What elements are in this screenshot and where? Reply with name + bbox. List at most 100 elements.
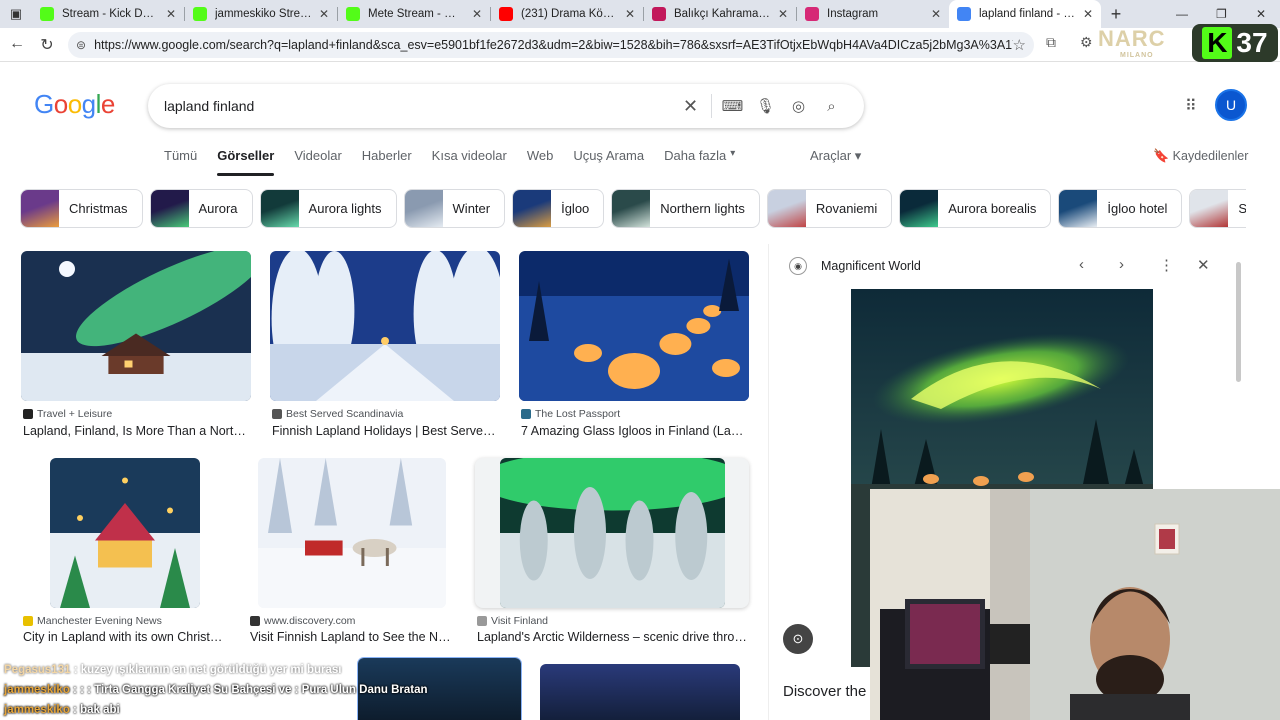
- result-caption[interactable]: Visit Finnish Lapland to See the Norther…: [250, 630, 456, 644]
- lens-camera-icon[interactable]: ◎: [782, 97, 815, 115]
- browser-tab[interactable]: Instagram ✕: [797, 0, 949, 28]
- tab-2[interactable]: Videolar: [294, 148, 341, 174]
- chip-thumbnail: [612, 190, 651, 227]
- preview-source-name[interactable]: Magnificent World: [821, 259, 921, 273]
- omnibox[interactable]: ⊜ https://www.google.com/search?q=laplan…: [68, 32, 1034, 58]
- chat-username: jammeskiko: [4, 684, 70, 696]
- saved-button[interactable]: 🔖 Kaydedilenler: [1153, 148, 1248, 164]
- close-tab-icon[interactable]: ✕: [319, 7, 329, 21]
- related-chip[interactable]: İgloo: [512, 189, 605, 228]
- source-favicon-icon: [23, 616, 33, 626]
- result-thumbnail[interactable]: [21, 251, 251, 401]
- keyboard-icon[interactable]: ⌨: [716, 97, 749, 115]
- more-options-icon[interactable]: ⋮: [1159, 256, 1174, 274]
- result-source-name: Best Served Scandinavia: [286, 408, 404, 420]
- browser-tab[interactable]: Mete Stream - Watch Live ✕: [338, 0, 490, 28]
- panel-scrollbar[interactable]: [1236, 262, 1241, 382]
- profile-settings-icon[interactable]: ⚙: [1080, 34, 1093, 51]
- result-thumbnail[interactable]: [540, 664, 740, 720]
- extensions-icon[interactable]: ⧉: [1046, 34, 1056, 51]
- chip-label: Winter: [452, 201, 491, 216]
- tab-search-icon[interactable]: ▣: [0, 0, 32, 28]
- close-tab-icon[interactable]: ✕: [931, 7, 941, 21]
- related-chip[interactable]: Christmas: [20, 189, 143, 228]
- result-caption[interactable]: City in Lapland with its own Christmas .…: [23, 630, 229, 644]
- tools-button[interactable]: Araçlar ▾: [810, 148, 861, 164]
- related-chip[interactable]: Northern lights: [611, 189, 760, 228]
- url-text[interactable]: https://www.google.com/search?q=lapland+…: [94, 38, 1012, 52]
- chip-thumbnail: [900, 190, 939, 227]
- search-icon[interactable]: ⌕: [815, 98, 848, 115]
- search-input[interactable]: lapland finland: [164, 98, 674, 114]
- tab-5[interactable]: Web: [527, 148, 554, 174]
- clear-icon[interactable]: ✕: [674, 96, 707, 117]
- result-source[interactable]: Visit Finland: [477, 615, 548, 627]
- saved-label: Kaydedilenler: [1172, 149, 1249, 163]
- close-tab-icon[interactable]: ✕: [472, 7, 482, 21]
- apps-grid-icon[interactable]: ⠿: [1185, 96, 1197, 116]
- close-tab-icon[interactable]: ✕: [625, 7, 635, 21]
- result-caption[interactable]: Lapland's Arctic Wilderness – scenic dri…: [477, 630, 749, 644]
- result-thumbnail[interactable]: [270, 251, 500, 401]
- close-tab-icon[interactable]: ✕: [778, 7, 788, 21]
- tab-6[interactable]: Uçuş Arama: [573, 148, 644, 174]
- browser-tab[interactable]: (231) Drama Köprüsü ✕: [491, 0, 643, 28]
- related-chip[interactable]: İgloo hotel: [1058, 189, 1183, 228]
- search-box[interactable]: lapland finland ✕ ⌨ 🎙 ◎ ⌕: [148, 84, 864, 128]
- related-chip[interactable]: Aurora borealis: [899, 189, 1052, 228]
- related-chip[interactable]: Aurora: [149, 189, 253, 228]
- minimize-icon[interactable]: —: [1176, 0, 1188, 28]
- reload-button[interactable]: ↻: [32, 35, 62, 55]
- previous-image-icon[interactable]: ‹: [1079, 256, 1084, 273]
- tab-4[interactable]: Kısa videolar: [432, 148, 507, 174]
- tab-3[interactable]: Haberler: [362, 148, 412, 174]
- tab-7[interactable]: Daha fazla: [664, 148, 726, 174]
- next-image-icon[interactable]: ›: [1119, 256, 1124, 273]
- bookmark-star-icon[interactable]: ☆: [1013, 36, 1026, 54]
- result-thumbnail[interactable]: [50, 458, 200, 608]
- browser-tab[interactable]: lapland finland - Google ✕: [949, 0, 1101, 28]
- tab-1[interactable]: Görseller: [217, 148, 275, 176]
- source-favicon-icon: [250, 616, 260, 626]
- result-source[interactable]: Travel + Leisure: [23, 408, 112, 420]
- related-chip[interactable]: Rovaniemi: [766, 189, 893, 228]
- result-source[interactable]: Manchester Evening News: [23, 615, 162, 627]
- chip-thumbnail: [767, 190, 806, 227]
- result-caption[interactable]: Finnish Lapland Holidays | Best Served .…: [272, 424, 500, 438]
- kick-icon: [193, 7, 207, 21]
- google-logo[interactable]: Google: [34, 89, 115, 120]
- result-source[interactable]: Best Served Scandinavia: [272, 408, 403, 420]
- microphone-icon[interactable]: 🎙: [749, 97, 782, 115]
- tab-title: Stream - Kick Dashboard: [62, 8, 160, 20]
- close-tab-icon[interactable]: ✕: [1083, 7, 1093, 21]
- tab-title: lapland finland - Google: [979, 8, 1077, 20]
- close-preview-icon[interactable]: ✕: [1197, 256, 1210, 274]
- result-caption[interactable]: 7 Amazing Glass Igloos in Finland (Lapla…: [521, 424, 749, 438]
- result-source[interactable]: The Lost Passport: [521, 408, 620, 420]
- result-thumbnail[interactable]: [500, 458, 725, 608]
- site-info-icon[interactable]: ⊜: [76, 38, 86, 52]
- browser-tab[interactable]: Balıkçı Kahraman – İsta ✕: [644, 0, 796, 28]
- youtube-icon: [499, 7, 513, 21]
- back-button[interactable]: ←: [2, 35, 32, 53]
- related-chip[interactable]: Aurora lights: [259, 189, 397, 228]
- browser-tab[interactable]: Stream - Kick Dashboard ✕: [32, 0, 184, 28]
- result-thumbnail[interactable]: [519, 251, 749, 401]
- close-tab-icon[interactable]: ✕: [166, 7, 176, 21]
- browser-tab[interactable]: jammeskiko Stream - Watch ✕: [185, 0, 337, 28]
- result-caption[interactable]: Lapland, Finland, Is More Than a Norther…: [23, 424, 251, 438]
- tab-0[interactable]: Tümü: [164, 148, 197, 174]
- result-source[interactable]: www.discovery.com: [250, 615, 355, 627]
- visual-search-icon[interactable]: ⊙: [783, 624, 813, 654]
- search-type-tabs: Tümü Görseller Videolar Haberler Kısa videol…: [164, 148, 755, 176]
- related-chip[interactable]: Winter: [403, 189, 506, 228]
- webcam-overlay: [870, 489, 1280, 720]
- kick-icon: [40, 7, 54, 21]
- kick-icon: [346, 7, 360, 21]
- stream-overlay-logo: NARC MILANO: [1098, 26, 1188, 62]
- result-thumbnail[interactable]: [258, 458, 446, 608]
- kick-overlay-badge: K 37: [1192, 24, 1278, 62]
- new-tab-button[interactable]: +: [1101, 4, 1131, 25]
- avatar[interactable]: U: [1215, 89, 1247, 121]
- related-chip[interactable]: Ski: [1189, 189, 1246, 228]
